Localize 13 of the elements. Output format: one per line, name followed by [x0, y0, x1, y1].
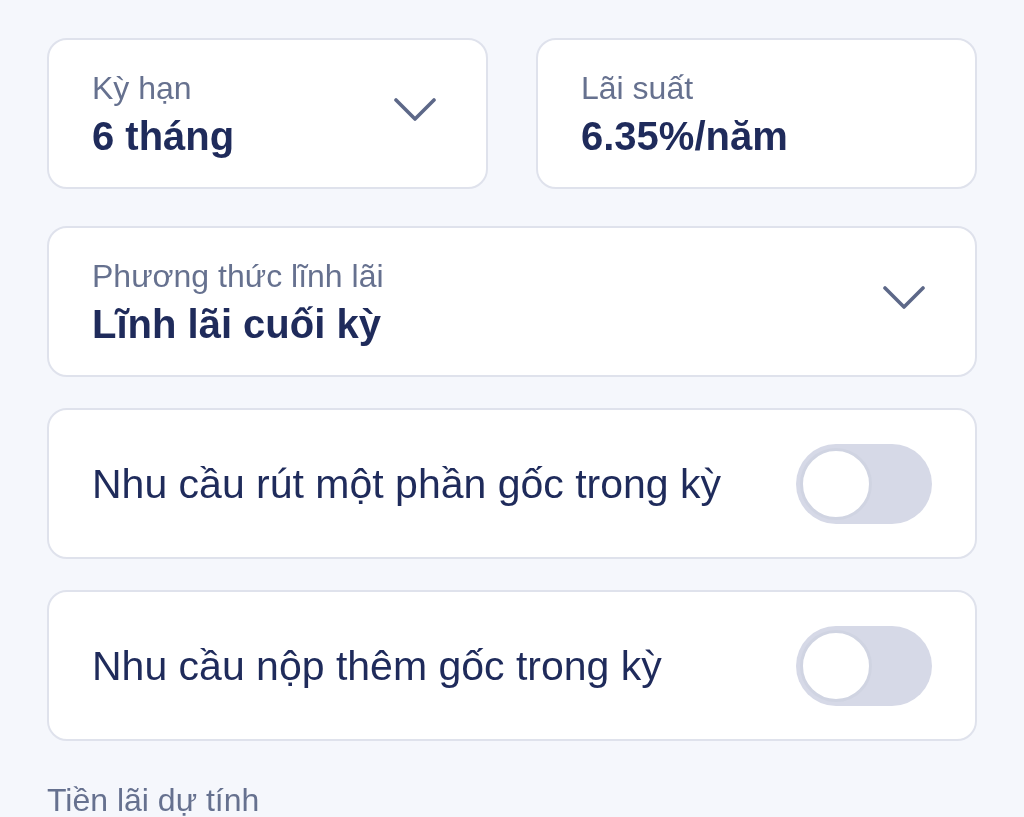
chevron-down-icon — [883, 285, 925, 310]
field-value: 6 tháng — [92, 113, 235, 158]
field-label: Kỳ hạn — [92, 69, 193, 106]
field-label: Lãi suất — [581, 69, 695, 106]
field-label: Phương thức lĩnh lãi — [92, 257, 384, 294]
chevron-down-icon — [394, 97, 436, 122]
field-value: Lĩnh lãi cuối kỳ — [92, 301, 382, 346]
select-field[interactable]: Kỳ hạn 6 tháng — [47, 38, 488, 189]
option-label: Nhu cầu rút một phần gốc trong kỳ — [92, 460, 721, 507]
select-field[interactable]: Phương thức lĩnh lãi Lĩnh lãi cuối kỳ — [47, 226, 977, 377]
field-value: 6.35%/năm — [581, 113, 788, 158]
option-label: Nhu cầu nộp thêm gốc trong kỳ — [92, 642, 662, 689]
section-title: Tiền lãi dự tính — [47, 783, 261, 817]
